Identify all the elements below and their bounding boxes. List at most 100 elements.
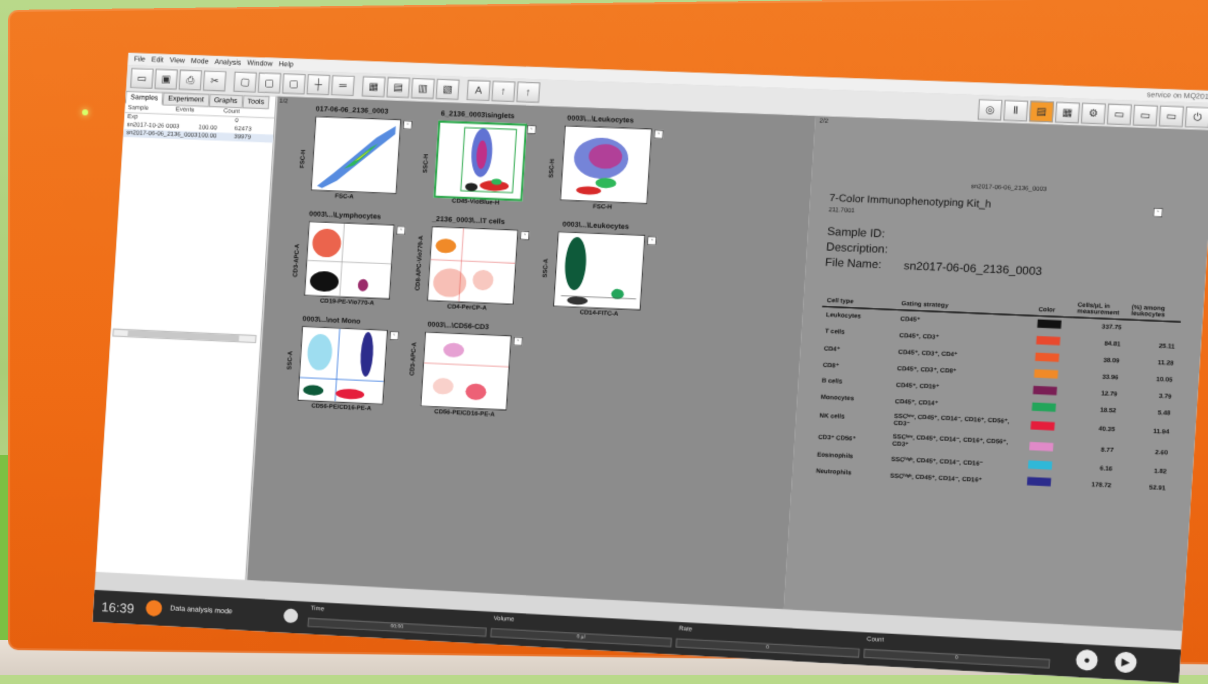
dot-plot[interactable] (420, 331, 512, 411)
pointer-icon[interactable]: ↑ (491, 80, 516, 102)
color-swatch-cell (1030, 349, 1070, 367)
scatter-leukocytes (572, 136, 630, 196)
menu-analysis[interactable]: Analysis (215, 58, 242, 66)
dot-plot[interactable] (553, 231, 646, 311)
metric-label: Rate (678, 626, 693, 634)
tab-samples[interactable]: Samples (125, 90, 164, 106)
plot-menu-button[interactable]: ▫ (646, 235, 657, 246)
menu-file[interactable]: File (134, 55, 146, 62)
plot-title: 0003\...\Lymphocytes (308, 210, 382, 221)
color-swatch (1032, 385, 1058, 396)
plot-menu-button[interactable]: ▫ (396, 225, 406, 236)
cut-icon[interactable]: ✂ (202, 70, 227, 92)
tab-experiment[interactable]: Experiment (162, 92, 210, 107)
plot-title: 0003\...\not Mono (302, 315, 361, 326)
scatter-cd19-cd3 (305, 222, 394, 298)
menu-view[interactable]: View (169, 57, 185, 65)
play-button[interactable]: ▶ (1114, 651, 1138, 674)
column-count[interactable]: Count (223, 109, 271, 117)
axis-label: FSC-H (299, 149, 308, 169)
tab-tools[interactable]: Tools (242, 95, 270, 110)
stop-button[interactable] (283, 608, 299, 624)
scatter-fsc (316, 123, 396, 191)
color-swatch (1035, 352, 1060, 363)
color-swatch-cell (1031, 333, 1071, 351)
folder-icon[interactable]: ▭ (130, 67, 154, 89)
plot-menu-button[interactable]: ▫ (402, 120, 413, 130)
layout-icon[interactable]: ▤ (386, 77, 411, 99)
description-label: Description: (825, 241, 889, 257)
acquire-button[interactable]: ● (1075, 649, 1099, 672)
column-events[interactable]: Events (175, 107, 223, 115)
settings-icon[interactable]: ⚙ (1080, 102, 1106, 125)
power-icon[interactable]: ⏻ (1184, 106, 1208, 129)
color-swatch (1030, 421, 1055, 431)
plot-title: 0003\...\CD56-CD3 (427, 321, 490, 332)
axis-label: CD3-APC-A (409, 342, 419, 376)
plot-menu-button[interactable]: ▫ (513, 336, 523, 347)
plot-menu-button[interactable]: ▫ (519, 230, 530, 241)
plot-title: 017-06-06_2136_0003 (315, 105, 389, 116)
pause-icon[interactable]: Ⅱ (1003, 99, 1029, 122)
metric-label: Time (310, 605, 325, 613)
clock: 16:39 (101, 599, 135, 617)
axis-label: FSC-H (592, 204, 613, 211)
save-icon[interactable]: ▣ (154, 68, 178, 90)
color-swatch (1026, 476, 1052, 487)
calibrate-icon[interactable]: ▭ (1132, 104, 1158, 127)
report-file-header: sn2017-06-06_2136_0003 (970, 183, 1047, 193)
color-swatch-cell (1026, 416, 1066, 439)
dot-plot[interactable] (303, 221, 395, 300)
menu-mode[interactable]: Mode (191, 57, 209, 65)
sample-id-label: Sample ID: (826, 225, 886, 241)
plot-menu-button[interactable]: ▫ (653, 129, 664, 140)
layout-icon[interactable]: ▥ (410, 77, 435, 100)
table-icon[interactable]: ▦ (1054, 101, 1080, 124)
file-name-label: File Name: (824, 256, 883, 272)
dot-plot[interactable] (297, 326, 388, 405)
plot-title: 0003\...\Leukocytes (562, 221, 630, 232)
record-icon[interactable]: ◎ (977, 99, 1003, 121)
menu-edit[interactable]: Edit (151, 56, 164, 63)
tab-graphs[interactable]: Graphs (208, 93, 243, 109)
instrument-icon[interactable]: ▭ (1106, 103, 1132, 126)
plot-area: 1/2 017-06-06_2136_0003 ▫ FSC-A FSC-H 6_… (247, 96, 816, 610)
plot-title: 6_2136_0003\singlets (440, 110, 515, 121)
print-icon[interactable]: ⎙ (178, 69, 203, 91)
file-name-value: sn2017-06-06_2136_0003 (903, 259, 1043, 279)
text-icon[interactable]: A (466, 79, 491, 102)
plot-menu-button[interactable]: ▫ (526, 124, 537, 135)
axis-label: SSC-A (542, 258, 550, 278)
scatter-cd56-ssc (298, 327, 386, 404)
menu-help[interactable]: Help (278, 61, 293, 69)
plot-icon[interactable]: ▢ (257, 72, 282, 94)
color-swatch-cell (1022, 474, 1062, 492)
report-menu-button[interactable]: ▫ (1152, 207, 1164, 218)
menu-window[interactable]: Window (247, 59, 273, 67)
dot-plot[interactable] (559, 125, 653, 205)
rate-meter: 0 (675, 638, 860, 658)
axis-label: CD8-APC-Vio770-A (415, 235, 425, 291)
table-cell-cell: Neutrophils (815, 468, 852, 477)
layout-icon[interactable]: ▧ (435, 78, 460, 100)
color-swatch (1037, 319, 1062, 329)
scatter-cd56-cd3 (421, 342, 510, 401)
gate-icon[interactable]: ┼ (306, 74, 331, 96)
dot-plot[interactable] (310, 115, 402, 195)
dot-plot[interactable] (433, 120, 528, 202)
dot-plot[interactable] (426, 226, 519, 305)
message-icon[interactable]: ▭ (1158, 105, 1184, 128)
pointer-icon[interactable]: ↑ (516, 81, 541, 103)
axis-label: SSC-A (286, 351, 295, 371)
layout-icon[interactable]: ▦ (361, 76, 386, 98)
axis-label: CD19-PE-Vio770-A (319, 298, 375, 307)
analysis-icon[interactable]: ▤ (1029, 100, 1055, 123)
color-swatch (1031, 402, 1057, 412)
plot-icon[interactable]: ▢ (282, 73, 306, 95)
app-screen: File Edit View Mode Analysis Window Help… (92, 52, 1208, 683)
gate-icon[interactable]: ═ (331, 75, 355, 97)
horizontal-scrollbar[interactable] (112, 328, 257, 344)
plot-icon[interactable]: ▢ (233, 71, 257, 93)
plot-menu-button[interactable]: ▫ (389, 330, 400, 341)
column-sample[interactable]: Sample (128, 105, 176, 113)
